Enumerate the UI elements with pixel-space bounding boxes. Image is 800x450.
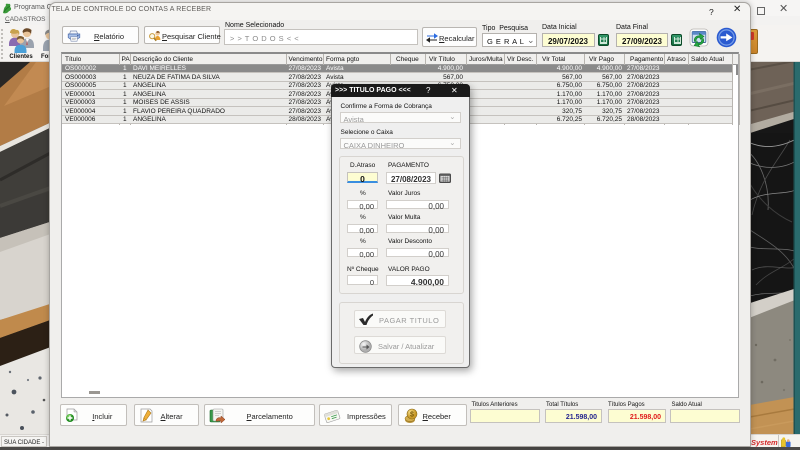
svg-text:$: $: [410, 412, 414, 419]
